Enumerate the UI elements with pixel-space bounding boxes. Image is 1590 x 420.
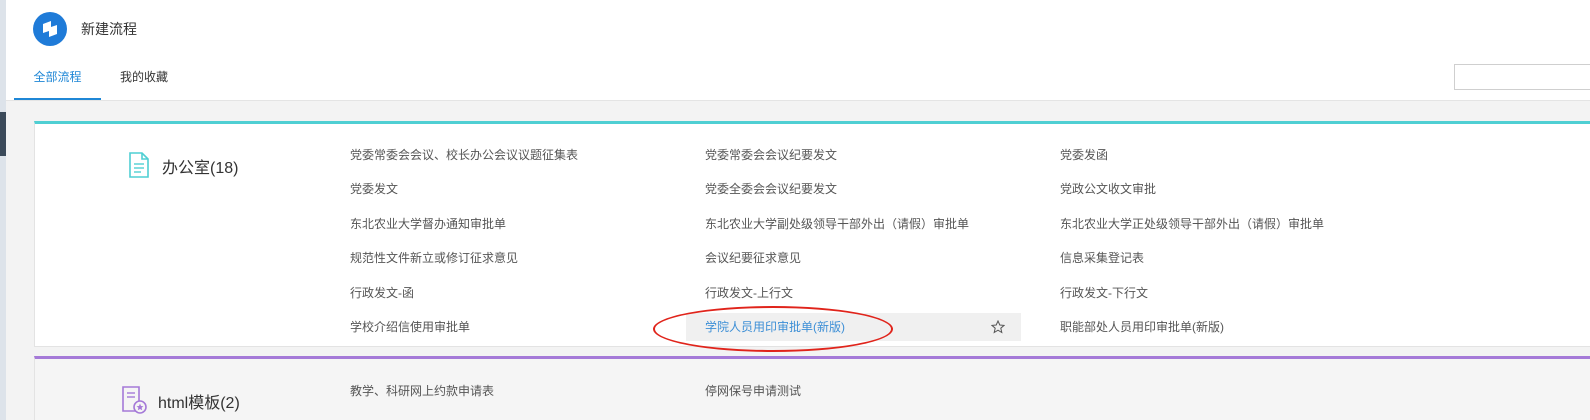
list-item[interactable]: 党委发函 <box>1060 141 1108 169</box>
list-item[interactable]: 党委全委会会议纪要发文 <box>705 175 837 203</box>
list-item[interactable]: 行政发文-下行文 <box>1060 279 1148 307</box>
list-item[interactable]: 东北农业大学正处级领导干部外出（请假）审批单 <box>1060 210 1324 238</box>
list-item[interactable]: 规范性文件新立或修订征求意见 <box>350 244 518 272</box>
search-input[interactable] <box>1454 64 1590 90</box>
list-item[interactable]: 会议纪要征求意见 <box>705 244 801 272</box>
list-item[interactable]: 学校介绍信使用审批单 <box>350 313 470 341</box>
category-title: html模板(2) <box>158 395 240 412</box>
header: 新建流程 <box>6 0 1590 55</box>
list-item[interactable]: 东北农业大学副处级领导干部外出（请假）审批单 <box>705 210 969 238</box>
list-item[interactable]: 教学、科研网上约款申请表 <box>350 377 494 405</box>
list-item[interactable]: 行政发文-上行文 <box>705 279 793 307</box>
category-html-template: html模板(2) 教学、科研网上约款申请表 停网保号申请测试 <box>34 356 1590 420</box>
form-template-icon <box>122 386 147 414</box>
category-office: 办公室(18) 党委常委会会议、校长办公会议议题征集表 党委常委会会议纪要发文 … <box>34 121 1590 347</box>
tab-bar: 全部流程 我的收藏 <box>6 54 1590 101</box>
list-item[interactable]: 党委常委会会议、校长办公会议议题征集表 <box>350 141 578 169</box>
category-title: 办公室(18) <box>162 160 239 177</box>
page: 新建流程 全部流程 我的收藏 办公室(18) 党委常委会会议、校长办公会议议题征… <box>0 0 1590 420</box>
star-icon[interactable] <box>991 320 1005 334</box>
list-item-label[interactable]: 学院人员用印审批单(新版) <box>705 320 845 334</box>
list-item[interactable]: 停网保号申请测试 <box>705 377 801 405</box>
list-item[interactable]: 东北农业大学督办通知审批单 <box>350 210 506 238</box>
list-item-hovered[interactable]: 学院人员用印审批单(新版) <box>686 313 1021 341</box>
app-logo-icon[interactable] <box>33 12 67 46</box>
list-item[interactable]: 行政发文-函 <box>350 279 414 307</box>
left-edge-marker <box>0 112 6 156</box>
list-item[interactable]: 党委常委会会议纪要发文 <box>705 141 837 169</box>
tab-my-favorites[interactable]: 我的收藏 <box>120 54 168 98</box>
list-item[interactable]: 职能部处人员用印审批单(新版) <box>1060 313 1224 341</box>
list-item[interactable]: 党政公文收文审批 <box>1060 175 1156 203</box>
document-icon <box>129 152 149 178</box>
list-item[interactable]: 信息采集登记表 <box>1060 244 1144 272</box>
page-title: 新建流程 <box>81 21 137 37</box>
list-item[interactable]: 党委发文 <box>350 175 398 203</box>
tab-all-processes[interactable]: 全部流程 <box>14 54 101 100</box>
